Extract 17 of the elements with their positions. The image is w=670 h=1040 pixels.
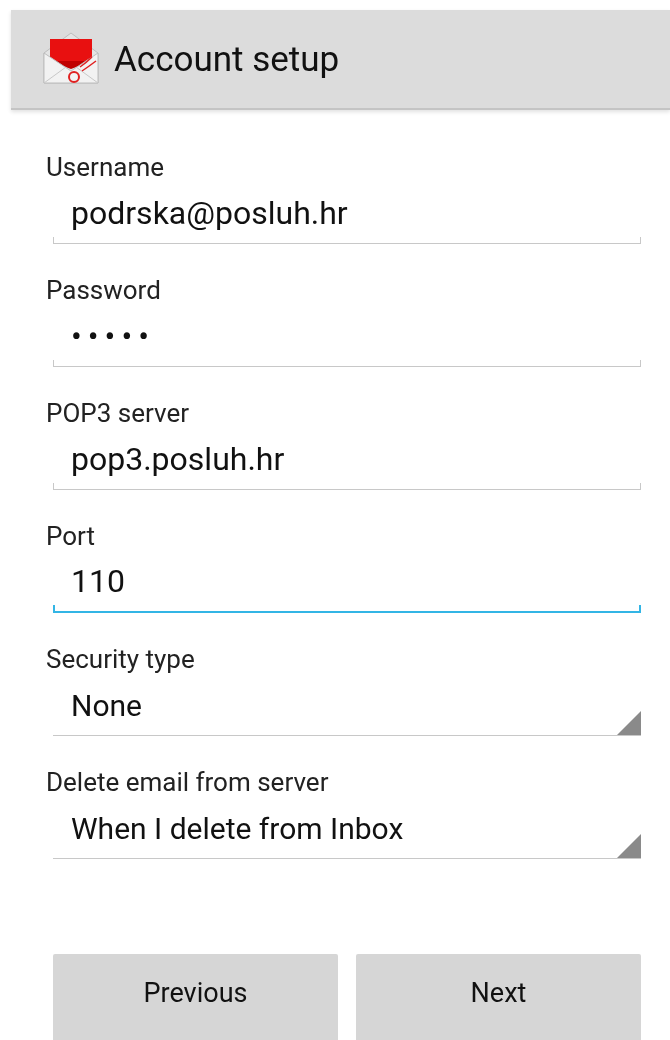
nav-button[interactable]: Previous <box>53 954 338 1040</box>
field-label: Port <box>46 523 96 549</box>
field-label: Security type <box>46 646 195 672</box>
input-field[interactable]: podrska@posluh.hr <box>53 182 641 244</box>
app-title: Account setup <box>114 41 340 77</box>
dropdown[interactable]: None <box>53 674 641 736</box>
field-label: POP3 server <box>46 400 190 426</box>
dropdown-corner-icon <box>617 711 641 735</box>
field-label: Username <box>46 154 164 180</box>
field-label: Delete email from server <box>46 769 329 795</box>
password-field[interactable]: ••••• <box>53 305 641 367</box>
field-label: Password <box>46 277 161 303</box>
input-field[interactable]: 110 <box>53 551 641 613</box>
input-field[interactable]: pop3.posluh.hr <box>53 428 641 490</box>
nav-button[interactable]: Next <box>356 954 641 1040</box>
dropdown-corner-icon <box>617 834 641 858</box>
dropdown[interactable]: When I delete from Inbox <box>53 797 641 859</box>
